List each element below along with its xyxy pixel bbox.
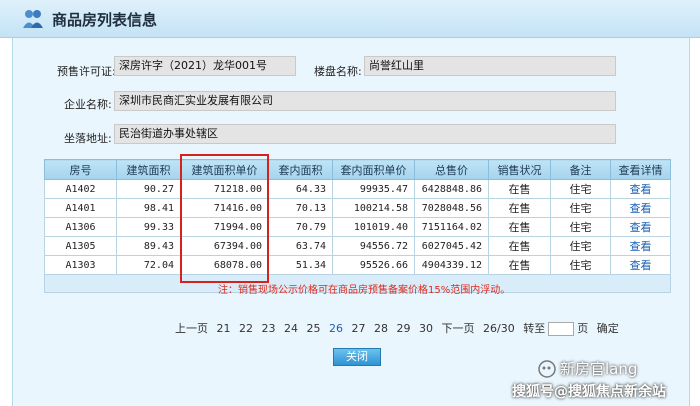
cell-inner-price: 95526.66: [332, 255, 415, 275]
col-header-detail: 查看详情: [610, 159, 671, 180]
cell-remark: 住宅: [550, 236, 611, 256]
price-column-highlight: [180, 154, 269, 283]
goto-page-input[interactable]: [548, 322, 575, 336]
view-detail-link[interactable]: 查看: [630, 240, 652, 253]
table-row: A1303 72.04 68078.00 51.34 95526.66 4904…: [44, 255, 671, 275]
view-detail-link[interactable]: 查看: [630, 221, 652, 234]
page-link[interactable]: 22: [239, 322, 253, 335]
company-field: 深圳市民商汇实业发展有限公司: [114, 91, 616, 111]
pagination: 上一页 21 22 23 24 25 26 27 28 29 30 下一页 26…: [175, 320, 624, 336]
address-label: 坐落地址:: [64, 132, 112, 145]
page-title: 商品房列表信息: [52, 11, 158, 29]
cell-room: A1402: [44, 179, 117, 199]
cell-inner-price: 94556.72: [332, 236, 415, 256]
project-label: 楼盘名称:: [314, 65, 362, 78]
page-link[interactable]: 30: [419, 322, 433, 335]
cell-remark: 住宅: [550, 217, 611, 237]
cell-total: 6027045.42: [414, 236, 489, 256]
close-button[interactable]: 关闭: [333, 348, 381, 366]
company-label: 企业名称:: [64, 98, 112, 111]
page-link[interactable]: 27: [352, 322, 366, 335]
view-detail-link[interactable]: 查看: [630, 183, 652, 196]
project-field: 尚誉红山里: [364, 56, 616, 76]
cell-area: 90.27: [116, 179, 181, 199]
table-row: A1401 98.41 71416.00 70.13 100214.58 702…: [44, 198, 671, 218]
cell-status: 在售: [488, 198, 551, 218]
cell-inner-price: 101019.40: [332, 217, 415, 237]
page-count: 26/30: [483, 322, 515, 335]
house-people-icon: [23, 10, 43, 28]
address-field: 民治街道办事处辖区: [114, 124, 616, 144]
page-link[interactable]: 21: [217, 322, 231, 335]
cell-inner-area: 63.74: [268, 236, 333, 256]
next-page-link[interactable]: 下一页: [442, 322, 475, 335]
col-header-status: 销售状况: [488, 159, 551, 180]
cell-status: 在售: [488, 217, 551, 237]
page-link[interactable]: 23: [262, 322, 276, 335]
cell-room: A1303: [44, 255, 117, 275]
permit-label: 预售许可证:: [57, 65, 116, 78]
cell-area: 72.04: [116, 255, 181, 275]
cell-remark: 住宅: [550, 255, 611, 275]
permit-field: 深房许字（2021）龙华001号: [114, 56, 296, 76]
house-list-table: 房号 建筑面积 建筑面积单价 套内面积 套内面积单价 总售价 销售状况 备注 查…: [44, 159, 671, 293]
cell-inner-area: 64.33: [268, 179, 333, 199]
cell-remark: 住宅: [550, 179, 611, 199]
table-row: A1305 89.43 67394.00 63.74 94556.72 6027…: [44, 236, 671, 256]
col-header-area: 建筑面积: [116, 159, 181, 180]
cell-status: 在售: [488, 236, 551, 256]
table-row: A1306 99.33 71994.00 70.79 101019.40 715…: [44, 217, 671, 237]
col-header-total: 总售价: [414, 159, 489, 180]
view-detail-link[interactable]: 查看: [630, 259, 652, 272]
col-header-inner-area: 套内面积: [268, 159, 333, 180]
cell-room: A1401: [44, 198, 117, 218]
table-row: A1402 90.27 71218.00 64.33 99935.47 6428…: [44, 179, 671, 199]
header-bar: 商品房列表信息: [0, 0, 700, 38]
watermark-source: 搜狐号@搜狐焦点新余站: [512, 384, 666, 400]
cell-status: 在售: [488, 255, 551, 275]
cell-inner-area: 70.79: [268, 217, 333, 237]
table-header-row: 房号 建筑面积 建筑面积单价 套内面积 套内面积单价 总售价 销售状况 备注 查…: [44, 159, 671, 180]
confirm-goto-button[interactable]: 确定: [597, 322, 619, 335]
cell-inner-price: 99935.47: [332, 179, 415, 199]
goto-label: 转至: [523, 322, 546, 335]
prev-page-link[interactable]: 上一页: [175, 322, 208, 335]
cell-total: 7028048.56: [414, 198, 489, 218]
wechat-logo-icon: [538, 360, 556, 378]
cell-total: 7151164.02: [414, 217, 489, 237]
col-header-remark: 备注: [550, 159, 611, 180]
cell-inner-area: 70.13: [268, 198, 333, 218]
cell-total: 4904339.12: [414, 255, 489, 275]
cell-area: 98.41: [116, 198, 181, 218]
cell-area: 99.33: [116, 217, 181, 237]
current-page: 26: [329, 322, 343, 335]
cell-area: 89.43: [116, 236, 181, 256]
cell-room: A1306: [44, 217, 117, 237]
cell-total: 6428848.86: [414, 179, 489, 199]
cell-remark: 住宅: [550, 198, 611, 218]
col-header-inner-price: 套内面积单价: [332, 159, 415, 180]
col-header-room: 房号: [44, 159, 117, 180]
watermark-account: 新房官lang: [560, 360, 638, 378]
page-unit-label: 页: [577, 322, 589, 335]
page-link[interactable]: 25: [307, 322, 321, 335]
cell-status: 在售: [488, 179, 551, 199]
page-link[interactable]: 28: [374, 322, 388, 335]
cell-inner-price: 100214.58: [332, 198, 415, 218]
page-link[interactable]: 24: [284, 322, 298, 335]
page-link[interactable]: 29: [397, 322, 411, 335]
cell-inner-area: 51.34: [268, 255, 333, 275]
cell-room: A1305: [44, 236, 117, 256]
view-detail-link[interactable]: 查看: [630, 202, 652, 215]
price-note: 注：销售现场公示价格可在商品房预售备案价格15%范围内浮动。: [218, 285, 511, 296]
